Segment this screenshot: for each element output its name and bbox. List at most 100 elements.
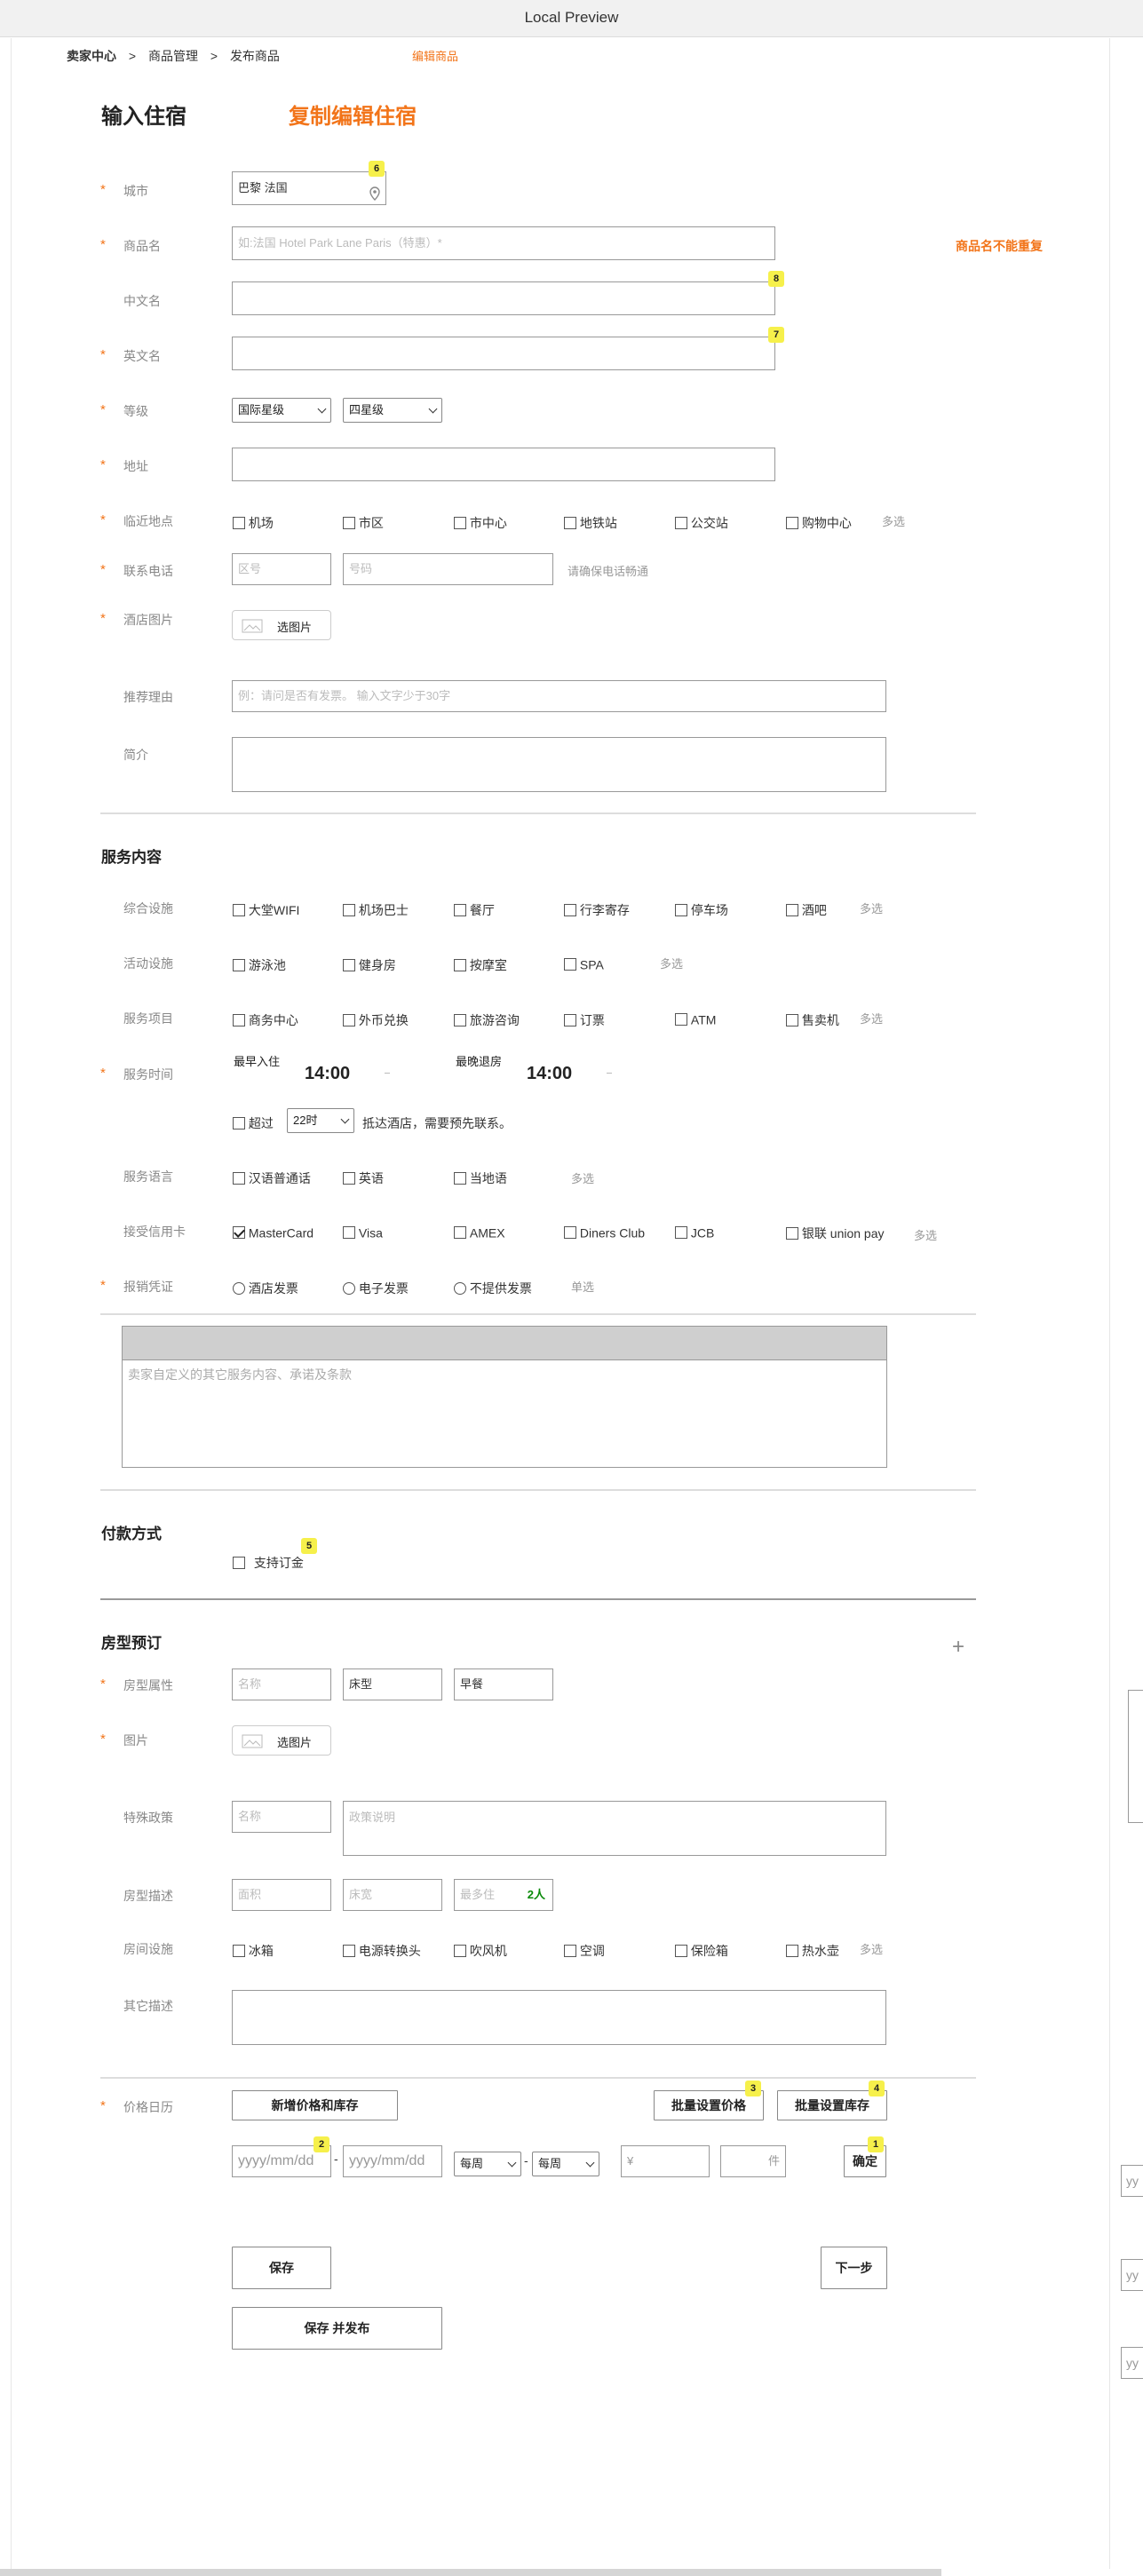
card-option[interactable]: Diners Club [564, 1225, 645, 1240]
checkbox[interactable] [454, 1945, 466, 1957]
reason-input[interactable]: 例：请问是否有发票。 输入文字少于30字 [232, 680, 886, 712]
checkbox[interactable] [564, 1014, 576, 1026]
nearby-option[interactable]: 机场 [233, 514, 274, 532]
horizontal-scrollbar[interactable] [0, 2569, 941, 2576]
checkbox[interactable] [233, 959, 245, 971]
deposit-option[interactable]: 支持订金 [233, 1554, 304, 1572]
breadcrumb-publish[interactable]: 发布商品 [230, 49, 280, 63]
en-name-input[interactable] [232, 337, 775, 370]
custom-service-editor[interactable]: 卖家自定义的其它服务内容、承诺及条款 [122, 1326, 887, 1468]
name-input[interactable]: 如:法国 Hotel Park Lane Paris（特惠）* [232, 226, 775, 260]
add-room-icon[interactable]: + [952, 1637, 964, 1658]
service-item-option[interactable]: 旅游咨询 [454, 1011, 520, 1029]
max-occupancy-input[interactable]: 最多住 2人 [454, 1879, 553, 1911]
room-name-input[interactable]: 名称 [232, 1668, 331, 1700]
nearby-option[interactable]: 购物中心 [786, 514, 852, 532]
equipment-option[interactable]: 冰箱 [233, 1942, 274, 1960]
week-start-select[interactable]: 每周 [454, 2152, 521, 2176]
star-level-select[interactable]: 四星级 [343, 398, 442, 423]
arrival-time-select[interactable]: 22时 [287, 1108, 354, 1133]
checkbox[interactable] [343, 904, 355, 916]
equipment-option[interactable]: 空调 [564, 1942, 605, 1960]
card-option[interactable]: JCB [675, 1225, 714, 1240]
side-date-input[interactable]: yy [1121, 2259, 1143, 2291]
add-price-stock-button[interactable]: 新增价格和库存 [232, 2090, 398, 2120]
equipment-option[interactable]: 保险箱 [675, 1942, 728, 1960]
breadcrumb-home[interactable]: 卖家中心 [67, 49, 116, 63]
checkbox[interactable] [343, 1945, 355, 1957]
checkbox[interactable] [786, 904, 798, 916]
nearby-option[interactable]: 地铁站 [564, 514, 617, 532]
nearby-option[interactable]: 公交站 [675, 514, 728, 532]
end-date-input[interactable]: yyyy/mm/dd [343, 2145, 442, 2177]
checkbox[interactable] [675, 1226, 687, 1240]
service-item-option[interactable]: 订票 [564, 1011, 605, 1029]
invoice-option[interactable]: 电子发票 [343, 1280, 409, 1297]
equipment-option[interactable]: 电源转换头 [343, 1942, 421, 1960]
other-desc-textarea[interactable] [232, 1990, 886, 2045]
invoice-option[interactable]: 酒店发票 [233, 1280, 298, 1297]
checkbox[interactable] [233, 1117, 245, 1129]
side-date-input[interactable]: yy [1121, 2347, 1143, 2379]
checkbox[interactable] [454, 1226, 466, 1240]
radio[interactable] [454, 1282, 466, 1295]
checkout-time[interactable]: 14:00 [527, 1064, 572, 1084]
side-date-input[interactable]: yy [1121, 2165, 1143, 2197]
breadcrumb-mgmt[interactable]: 商品管理 [148, 49, 198, 63]
checkbox[interactable] [675, 1945, 687, 1957]
checkbox[interactable] [454, 517, 466, 529]
card-option[interactable]: Visa [343, 1225, 383, 1240]
checkbox[interactable] [786, 517, 798, 529]
facility-option[interactable]: 行李寄存 [564, 901, 630, 919]
policy-name-input[interactable]: 名称 [232, 1801, 331, 1833]
checkbox[interactable] [233, 1945, 245, 1957]
language-option[interactable]: 汉语普通话 [233, 1169, 311, 1187]
checkin-time[interactable]: 14:00 [305, 1064, 350, 1084]
copy-edit-title[interactable]: 复制编辑住宿 [289, 99, 417, 130]
checkbox[interactable] [454, 904, 466, 916]
card-option[interactable]: AMEX [454, 1225, 505, 1240]
checkbox[interactable] [454, 959, 466, 971]
equipment-option[interactable]: 热水壶 [786, 1942, 839, 1960]
breakfast-select[interactable]: 早餐 [454, 1668, 553, 1700]
checkbox[interactable] [786, 1227, 798, 1240]
checkbox[interactable] [343, 959, 355, 971]
radio[interactable] [233, 1282, 245, 1295]
cn-name-input[interactable] [232, 281, 775, 315]
price-input[interactable]: ¥ [621, 2145, 710, 2177]
policy-desc-input[interactable]: 政策说明 [343, 1801, 886, 1856]
checkbox[interactable] [564, 1945, 576, 1957]
card-option[interactable]: MasterCard [233, 1225, 314, 1240]
activity-option[interactable]: 按摩室 [454, 956, 507, 974]
checkbox[interactable] [675, 1013, 687, 1026]
checkbox[interactable] [343, 1014, 355, 1026]
address-input[interactable] [232, 448, 775, 481]
select-room-photo-button[interactable]: 选图片 [232, 1725, 331, 1756]
checkbox[interactable] [343, 1226, 355, 1240]
radio[interactable] [343, 1282, 355, 1295]
checkbox[interactable] [233, 1172, 245, 1185]
checkbox[interactable] [233, 1557, 245, 1569]
stock-input[interactable]: 件 [720, 2145, 786, 2177]
over-time-option[interactable]: 超过 [233, 1114, 274, 1132]
facility-option[interactable]: 餐厅 [454, 901, 495, 919]
language-option[interactable]: 英语 [343, 1169, 384, 1187]
checkbox[interactable] [233, 1014, 245, 1026]
equipment-option[interactable]: 吹风机 [454, 1942, 507, 1960]
nearby-option[interactable]: 市中心 [454, 514, 507, 532]
phone-area-input[interactable]: 区号 [232, 553, 331, 585]
service-item-option[interactable]: 商务中心 [233, 1011, 298, 1029]
checkbox[interactable] [786, 1945, 798, 1957]
facility-option[interactable]: 酒吧 [786, 901, 827, 919]
checkbox[interactable] [675, 904, 687, 916]
facility-option[interactable]: 大堂WIFI [233, 901, 299, 919]
checkbox-checked[interactable] [233, 1226, 245, 1240]
checkbox[interactable] [675, 517, 687, 529]
checkbox[interactable] [564, 904, 576, 916]
checkbox[interactable] [233, 517, 245, 529]
week-end-select[interactable]: 每周 [532, 2152, 599, 2176]
activity-option[interactable]: 健身房 [343, 956, 396, 974]
checkbox[interactable] [343, 517, 355, 529]
checkbox[interactable] [454, 1014, 466, 1026]
checkbox[interactable] [564, 958, 576, 971]
